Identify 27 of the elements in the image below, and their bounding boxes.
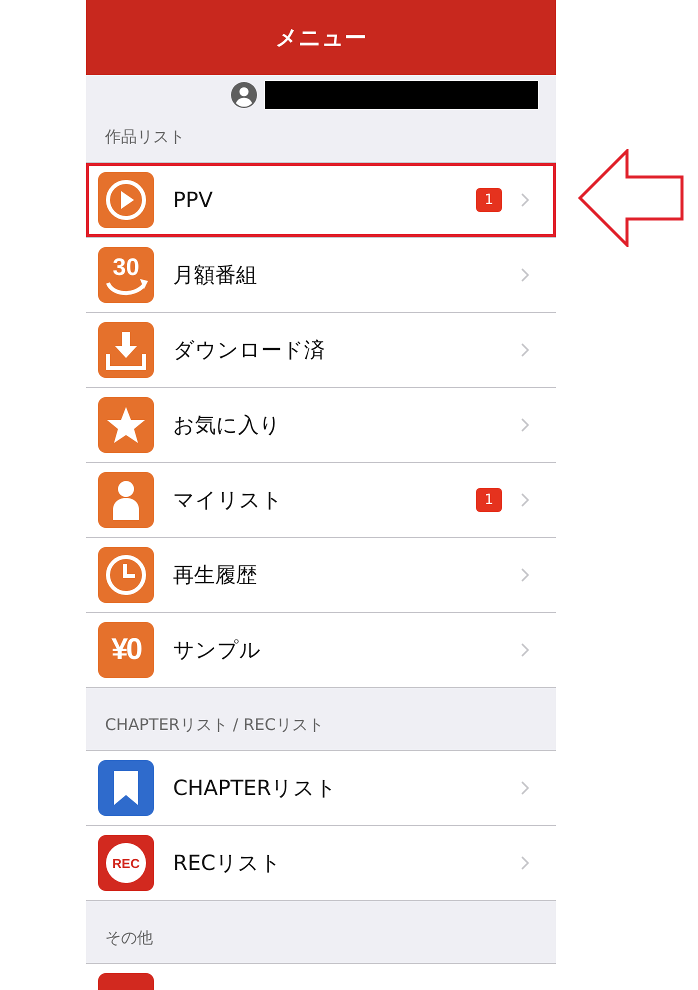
menu-item[interactable]: PPV 1 (86, 163, 556, 238)
count-badge: 1 (476, 188, 502, 212)
menu-item-icon (98, 760, 154, 816)
menu-item-icon (98, 172, 154, 228)
chevron-icon (520, 342, 530, 358)
chevron-icon (520, 417, 530, 433)
chevron-icon (520, 567, 530, 583)
menu-item-icon (98, 397, 154, 453)
menu-item-icon (98, 322, 154, 378)
section-title: CHAPTERリスト / RECリスト (105, 715, 324, 736)
chevron-icon (520, 267, 530, 283)
chevron-icon (520, 492, 530, 508)
section-title: 作品リスト (105, 127, 185, 148)
chevron-icon (520, 780, 530, 796)
chevron-icon (520, 192, 530, 208)
menu-item-icon: ¥0 (98, 622, 154, 678)
section-title: その他 (105, 928, 153, 949)
menu-item-icon (98, 547, 154, 603)
menu-item-icon: 30 (98, 247, 154, 303)
menu-item-icon: REC (98, 835, 154, 891)
chevron-icon (520, 855, 530, 871)
left-arrow-icon (577, 149, 685, 247)
chevron-icon (520, 642, 530, 658)
count-badge: 1 (476, 488, 502, 512)
header-title: メニュー (276, 24, 366, 52)
user-avatar-icon (231, 82, 257, 108)
menu-item-icon (98, 472, 154, 528)
